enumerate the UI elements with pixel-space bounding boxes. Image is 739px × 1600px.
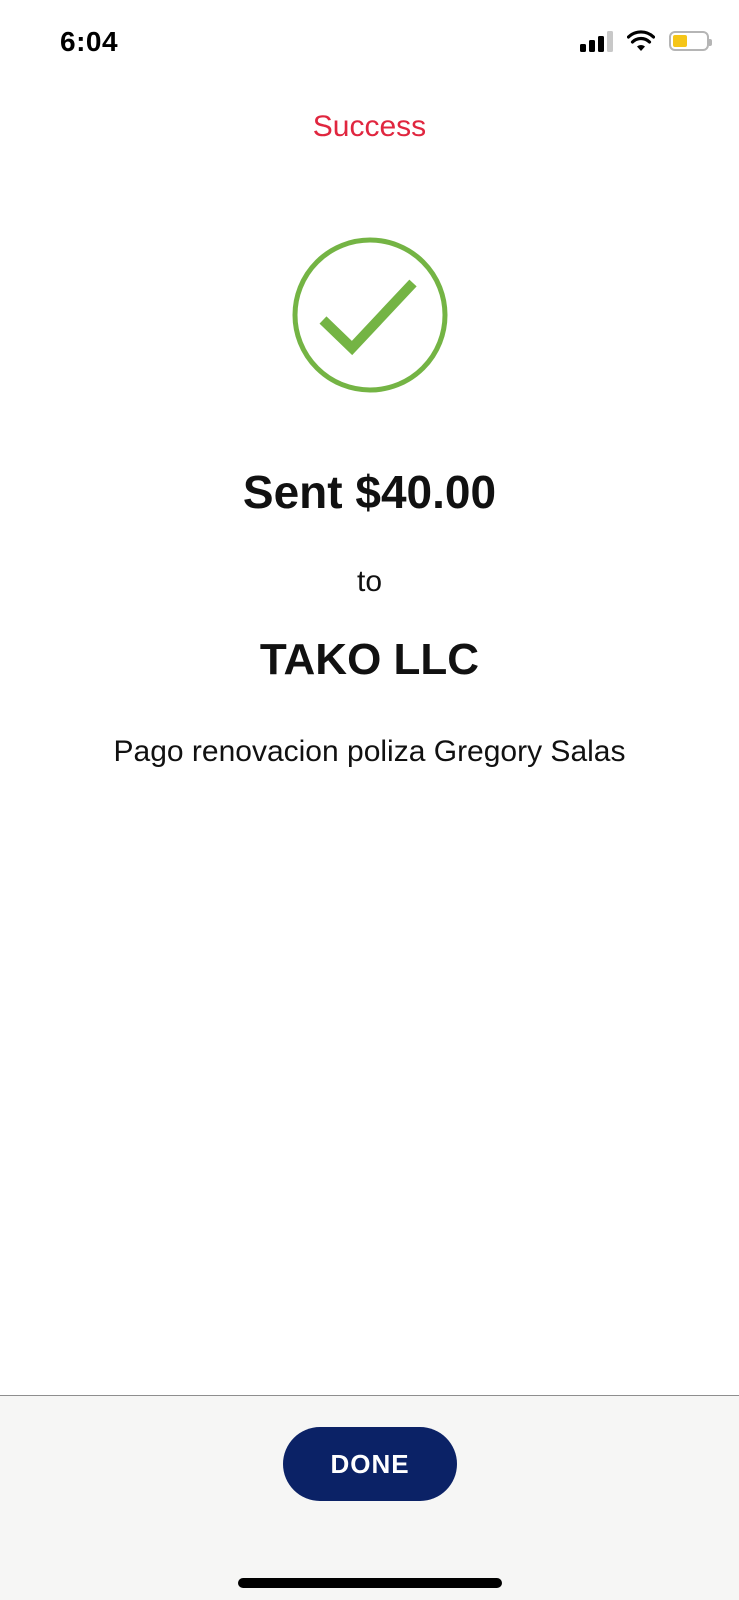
signal-icon — [580, 30, 613, 52]
page-title: Success — [312, 110, 427, 143]
done-button[interactable]: DONE — [283, 1427, 457, 1501]
sent-amount: Sent $40.00 — [242, 466, 497, 518]
check-circle-icon — [292, 237, 448, 393]
home-indicator[interactable] — [238, 1578, 502, 1588]
payment-success-screen: 6:04 Success Sent $40.00 to TAKO LLC Pag… — [0, 0, 739, 1600]
status-time: 6:04 — [60, 26, 119, 57]
footer-bar: DONE — [0, 1395, 739, 1600]
status-icons — [580, 30, 712, 52]
payment-memo: Pago renovacion poliza Gregory Salas — [113, 735, 626, 768]
to-label: to — [356, 565, 383, 598]
status-bar: 6:04 — [0, 0, 739, 90]
battery-icon — [669, 31, 712, 51]
wifi-icon — [627, 30, 655, 51]
recipient-name: TAKO LLC — [259, 635, 480, 684]
